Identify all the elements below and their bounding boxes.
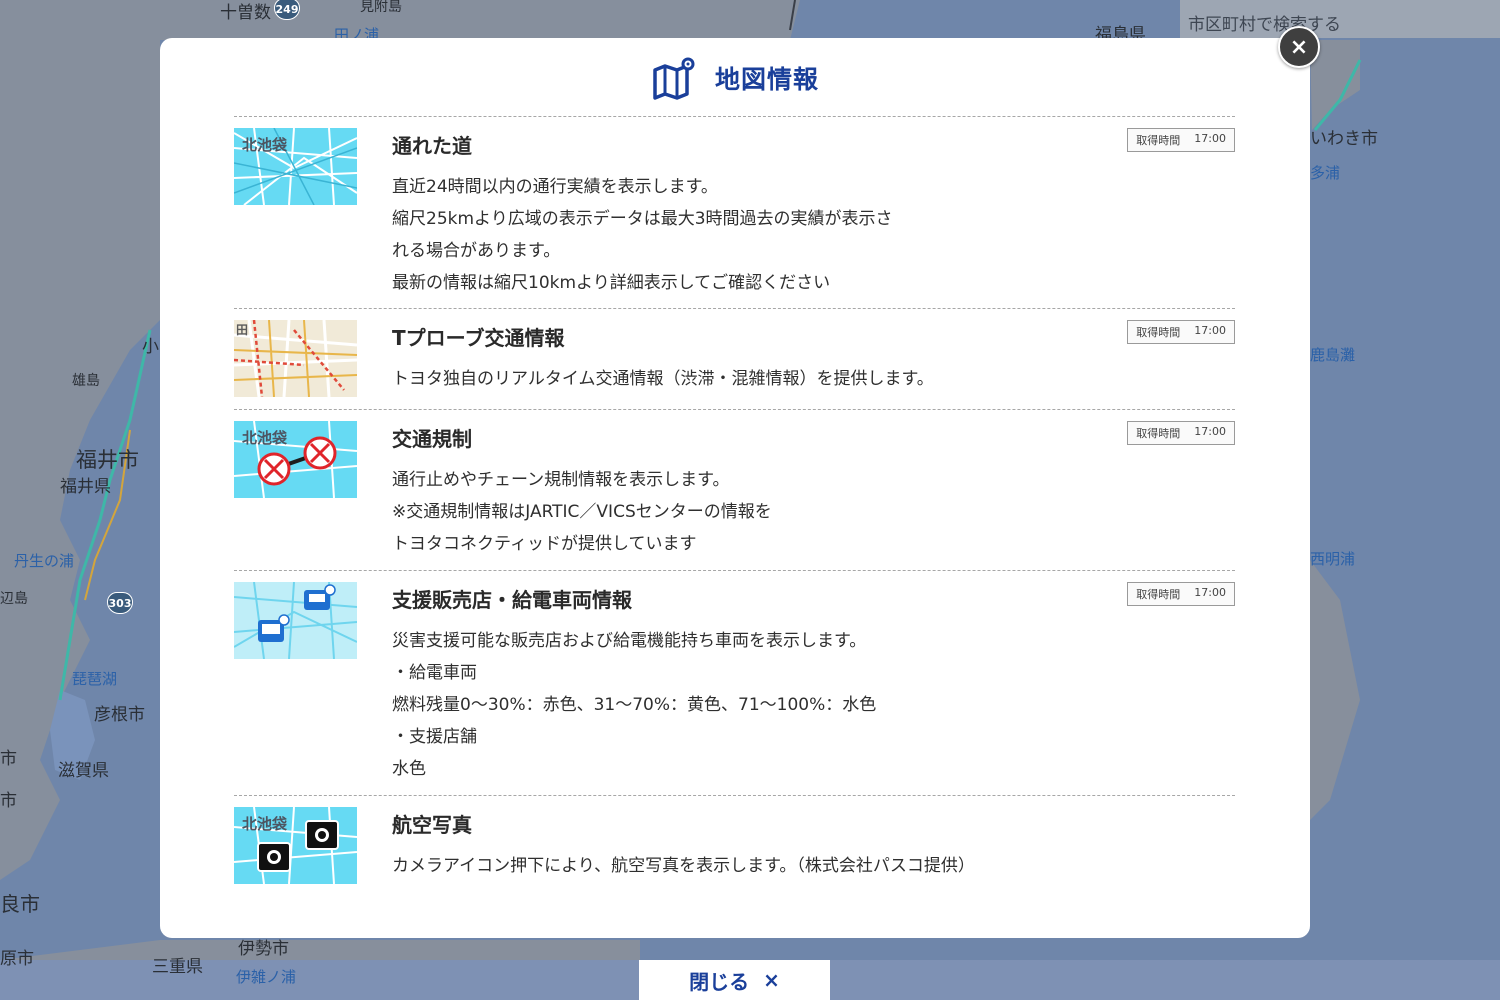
map-label: 福井県 — [60, 477, 111, 497]
item-description: 直近24時間以内の通行実績を表示します。 縮尺25kmより広域の表示データは最大… — [392, 177, 893, 293]
list-item: 北池袋 取得時間 17:00 交通規制 通行止めやチェーン規制情報を表示します。 … — [234, 409, 1235, 570]
map-label: 辺島 — [0, 591, 28, 607]
item-description: 災害支援可能な販売店および給電機能持ち車両を表示します。 ・給電車両 燃料残量0… — [392, 631, 877, 779]
aerial-photo-thumbnail: 北池袋 — [234, 807, 357, 884]
map-label: 三重県 — [152, 957, 203, 977]
tprobe-traffic-thumbnail: 田 — [234, 320, 357, 397]
close-label: 閉じる — [689, 969, 750, 994]
map-label: 福井市 — [76, 448, 139, 472]
map-label: 小 — [142, 337, 159, 357]
modal-close-button[interactable]: × — [1278, 26, 1320, 68]
list-item: 田 取得時間 17:00 Tプローブ交通情報 トヨタ独自のリアルタイム交通情報（渋… — [234, 308, 1235, 409]
map-gear-icon — [653, 57, 695, 100]
list-item: 北池袋 航空写真 カメラアイコン押下により、航空写真を表示します。（株式会社パス… — [234, 795, 1235, 895]
fetch-time-badge: 取得時間 17:00 — [1127, 421, 1235, 445]
fetch-time-badge: 取得時間 17:00 — [1127, 320, 1235, 344]
item-description: 通行止めやチェーン規制情報を表示します。 ※交通規制情報はJARTIC／VICS… — [392, 470, 772, 554]
bottom-close-button[interactable]: 閉じる × — [639, 960, 830, 1000]
item-title: Tプローブ交通情報 — [392, 326, 565, 350]
svg-text:北池袋: 北池袋 — [242, 429, 288, 447]
item-title: 交通規制 — [392, 427, 472, 451]
svg-text:田: 田 — [236, 323, 248, 337]
map-label: 伊雑ノ浦 — [236, 968, 297, 986]
map-label: 彦根市 — [94, 705, 145, 725]
map-label: 原市 — [0, 949, 34, 969]
item-title: 航空写真 — [392, 813, 472, 837]
modal-header: 地図情報 — [160, 56, 1310, 100]
traffic-regulation-thumbnail: 北池袋 — [234, 421, 357, 498]
route-shield: 303 — [107, 592, 133, 614]
municipality-search-input[interactable]: 市区町村で検索する — [1180, 0, 1500, 38]
item-title: 通れた道 — [392, 134, 472, 158]
map-label: 良市 — [0, 892, 40, 916]
map-info-list: 北池袋 取得時間 17:00 通れた道 直近24時間以内の通行実績を表示します。 … — [234, 116, 1235, 895]
map-label: 十曽数 — [220, 3, 271, 23]
support-dealer-thumbnail — [234, 582, 357, 659]
map-label: いわき市 — [1310, 129, 1378, 149]
map-label: 丹生の浦 — [14, 552, 75, 570]
map-label: 多浦 — [1310, 164, 1341, 182]
list-item: 取得時間 17:00 支援販売店・給電車両情報 災害支援可能な販売店および給電機能… — [234, 570, 1235, 795]
map-label: 琵琶湖 — [72, 670, 118, 688]
passable-roads-thumbnail: 北池袋 — [234, 128, 357, 205]
svg-text:北池袋: 北池袋 — [242, 815, 288, 833]
fetch-time-badge: 取得時間 17:00 — [1127, 128, 1235, 152]
list-item: 北池袋 取得時間 17:00 通れた道 直近24時間以内の通行実績を表示します。 … — [234, 116, 1235, 308]
fetch-time-badge: 取得時間 17:00 — [1127, 582, 1235, 606]
map-label: 西明浦 — [1310, 550, 1356, 568]
svg-text:北池袋: 北池袋 — [242, 136, 288, 154]
item-description: トヨタ独自のリアルタイム交通情報（渋滞・混雑情報）を提供します。 — [392, 369, 934, 389]
map-label: 滋賀県 — [58, 761, 109, 781]
item-title: 支援販売店・給電車両情報 — [392, 588, 632, 612]
modal-title: 地図情報 — [714, 65, 819, 94]
map-label: 市 — [0, 749, 17, 769]
map-label: 雄島 — [72, 373, 100, 389]
map-label: 市 — [0, 791, 17, 811]
map-label: 鹿島灘 — [1310, 346, 1356, 364]
close-icon: × — [763, 968, 780, 992]
map-label: 見附島 — [360, 0, 402, 15]
map-info-modal: 地図情報 × 北池袋 取得時間 17:00 通れた道 直近24時間以内の通行実績を… — [160, 26, 1320, 938]
item-description: カメラアイコン押下により、航空写真を表示します。（株式会社パスコ提供） — [392, 856, 975, 876]
